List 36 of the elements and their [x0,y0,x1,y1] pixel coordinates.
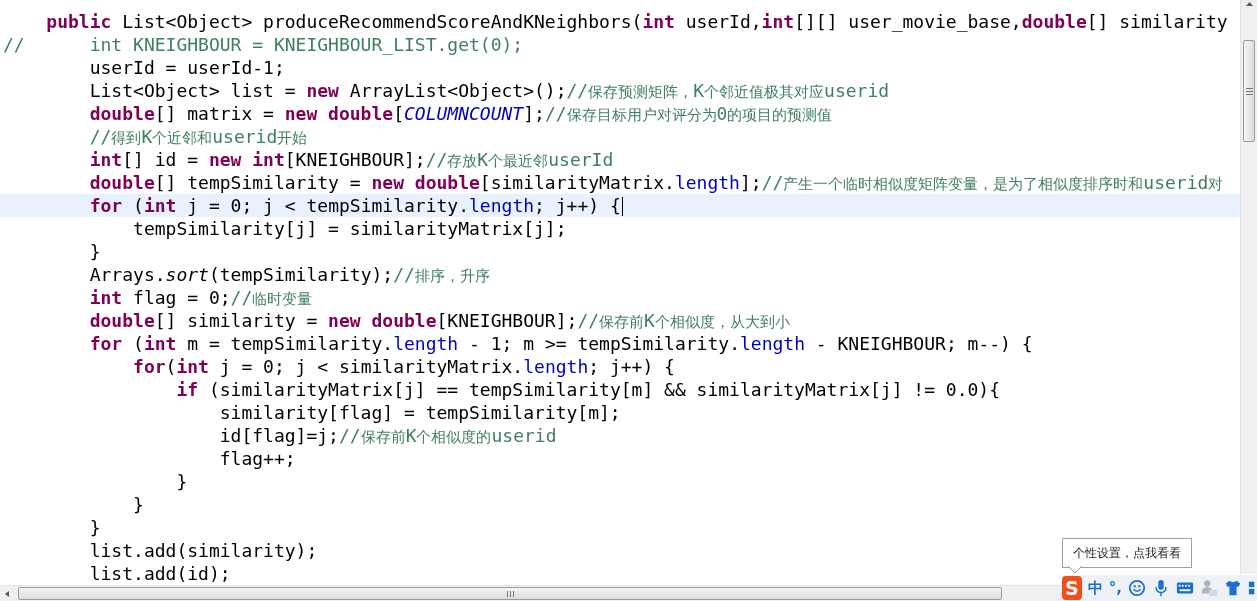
code-line: Arrays.sort(tempSimilarity);//排序，升序 [88,263,490,286]
input-method-logo[interactable]: S [1062,576,1082,600]
code-line: for(int j = 0; j < similarityMatrix.length; j++) { [132,355,675,378]
tooltip: 个性设置，点我看看 [1062,538,1192,568]
microphone-icon[interactable] [1152,579,1170,597]
code-line: } [88,240,101,263]
scrollbar-thumb[interactable] [1243,40,1255,142]
smiley-icon[interactable] [1128,579,1146,597]
code-line: userId = userId-1; [88,56,285,79]
vertical-scrollbar[interactable] [1240,0,1257,574]
tooltip-tail [1068,566,1082,574]
code-line: double[] matrix = new double[COLUMNCOUNT];//保存目标用户对评分为0的项目的预测值 [88,102,833,125]
toolbar-button[interactable]: °, [1108,578,1122,598]
code-line: flag++; [218,447,296,470]
code-line: double[] tempSimilarity = new double[similarityMatrix.length];//产生一个临时相似度矩阵变量，是为了相似度排序时和userid对 [88,171,1224,194]
code-line: } [175,470,188,493]
toolbar-button[interactable]: 中 [1087,578,1103,598]
code-line: // int KNEIGHBOUR = KNEIGHBOUR_LIST.get(0); [3,33,524,56]
code-line: tempSimilarity[j] = similarityMatrix[j]; [132,217,567,240]
code-line: if (similarityMatrix[j] == tempSimilarity[m] && similarityMatrix[j] != 0.0){ [175,378,1000,401]
grid-icon[interactable] [1248,579,1257,597]
code-line: list.add(similarity); [88,539,318,562]
code-line: //得到K个近邻和userid开始 [88,125,308,148]
code-line: } [88,516,101,539]
scrollbar-thumb[interactable] [18,587,1002,600]
code-line: int flag = 0;//临时变量 [88,286,313,309]
code-line: int[] id = new int[KNEIGHBOUR];//存放K个最近邻userId [88,148,614,171]
code-line: similarity[flag] = tempSimilarity[m]; [218,401,621,424]
code-line: list.add(id); [88,562,231,585]
shirt-icon[interactable] [1224,579,1242,597]
code-line: id[flag]=j;//保存前K个相似度的userid [218,424,557,447]
code-line: List<Object> list = new ArrayList<Object>();//保存预测矩阵，K个邻近值极其对应userid [88,79,890,102]
code-line: } [132,493,144,516]
code-line: double[] similarity = new double[KNEIGHBOUR];//保存前K个相似度，从大到小 [88,309,790,332]
code-line: public List<Object> produceRecommendScoreAndKNeighbors(int userId,int[][] user_movie_base,double[] similarity [45,10,1228,33]
code-line: for (int m = tempSimilarity.length - 1; m >= tempSimilarity.length - KNEIGHBOUR; m--) { [88,332,1033,355]
